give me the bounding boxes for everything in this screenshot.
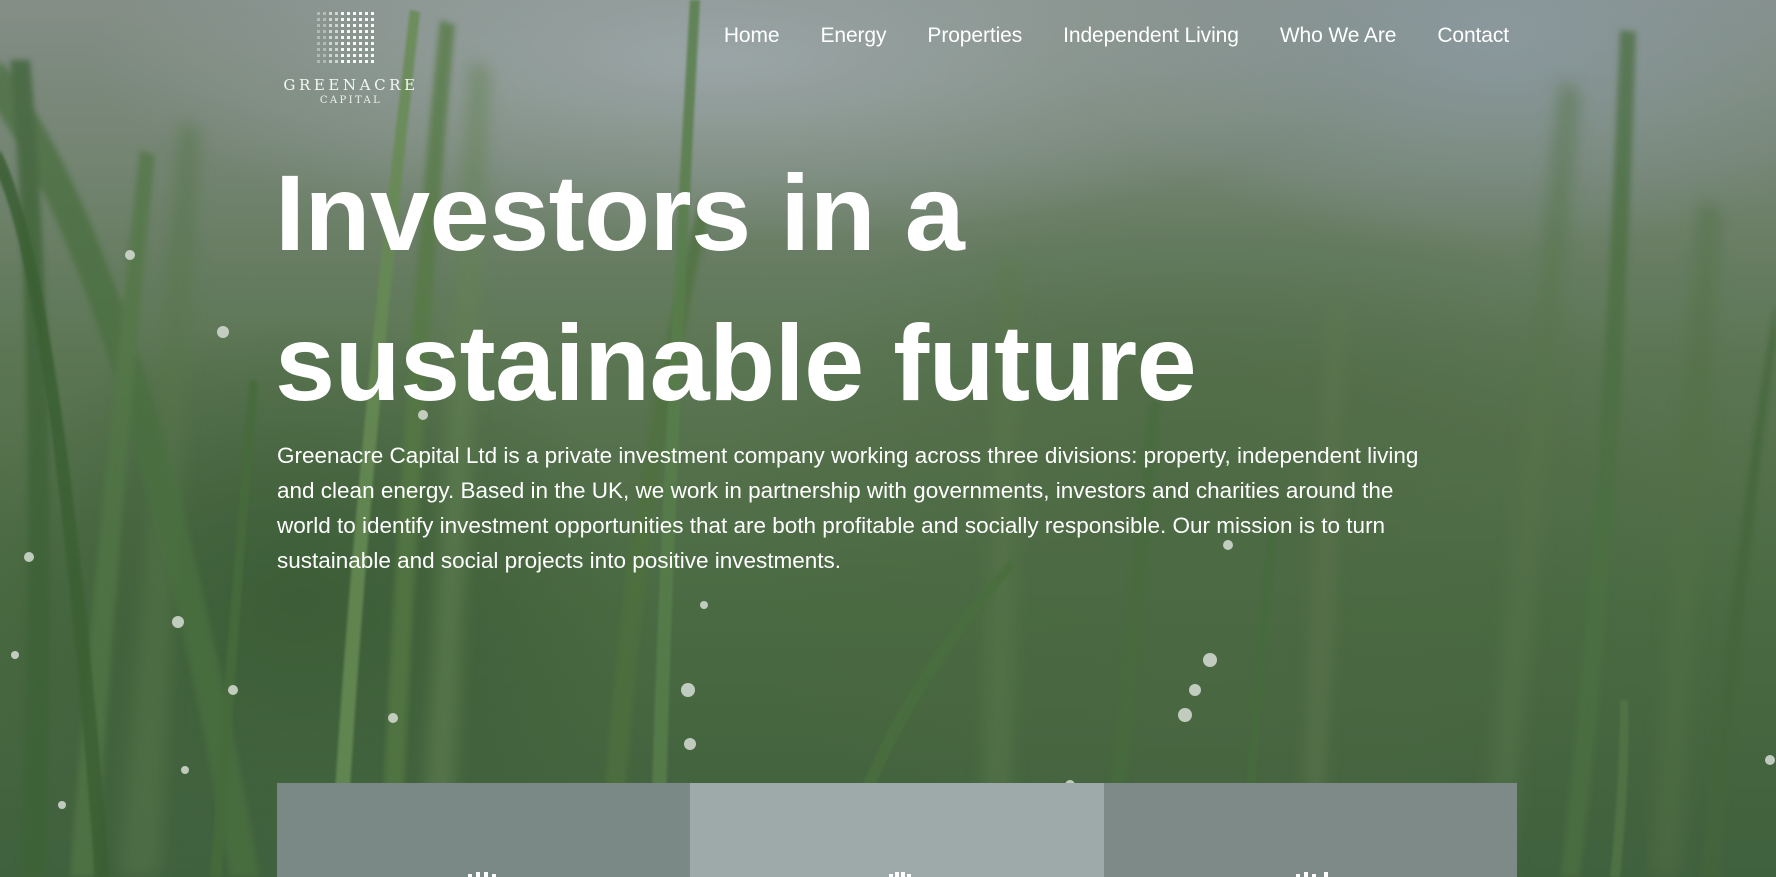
building-icon	[888, 872, 911, 877]
division-card-3[interactable]	[1103, 783, 1517, 877]
logo-wordmark: GREENACRE	[283, 76, 419, 94]
hero-headline-line-2: sustainable future	[275, 302, 1197, 423]
hero-intro-text: Greenacre Capital Ltd is a private inves…	[277, 443, 1419, 573]
nav-item-energy: Energy	[820, 24, 886, 48]
nav-item-contact: Contact	[1437, 24, 1509, 48]
nav-item-who-we-are: Who We Are	[1280, 24, 1397, 48]
main-navigation: Home Energy Properties Independent Livin…	[724, 24, 1509, 48]
nav-link-energy[interactable]: Energy	[820, 24, 886, 47]
logo-subtitle: CAPITAL	[319, 95, 383, 106]
building-icon	[1296, 872, 1329, 877]
division-card-2[interactable]	[690, 783, 1104, 877]
logo-grid-icon	[317, 12, 374, 63]
site-logo[interactable]: GREENACRE CAPITAL	[281, 12, 421, 106]
nav-item-independent-living: Independent Living	[1063, 24, 1239, 48]
nav-link-properties[interactable]: Properties	[927, 24, 1022, 47]
division-card-1[interactable]	[277, 783, 691, 877]
building-icon	[467, 872, 496, 877]
nav-link-contact[interactable]: Contact	[1437, 24, 1509, 47]
hero-headline: Investors in a sustainable future	[275, 138, 1425, 438]
nav-link-who-we-are[interactable]: Who We Are	[1280, 24, 1397, 47]
nav-link-home[interactable]: Home	[724, 24, 780, 47]
nav-link-independent-living[interactable]: Independent Living	[1063, 24, 1239, 47]
division-cards	[277, 783, 1517, 877]
nav-item-properties: Properties	[927, 24, 1022, 48]
hero-headline-line-1: Investors in a	[275, 152, 965, 273]
nav-item-home: Home	[724, 24, 780, 48]
